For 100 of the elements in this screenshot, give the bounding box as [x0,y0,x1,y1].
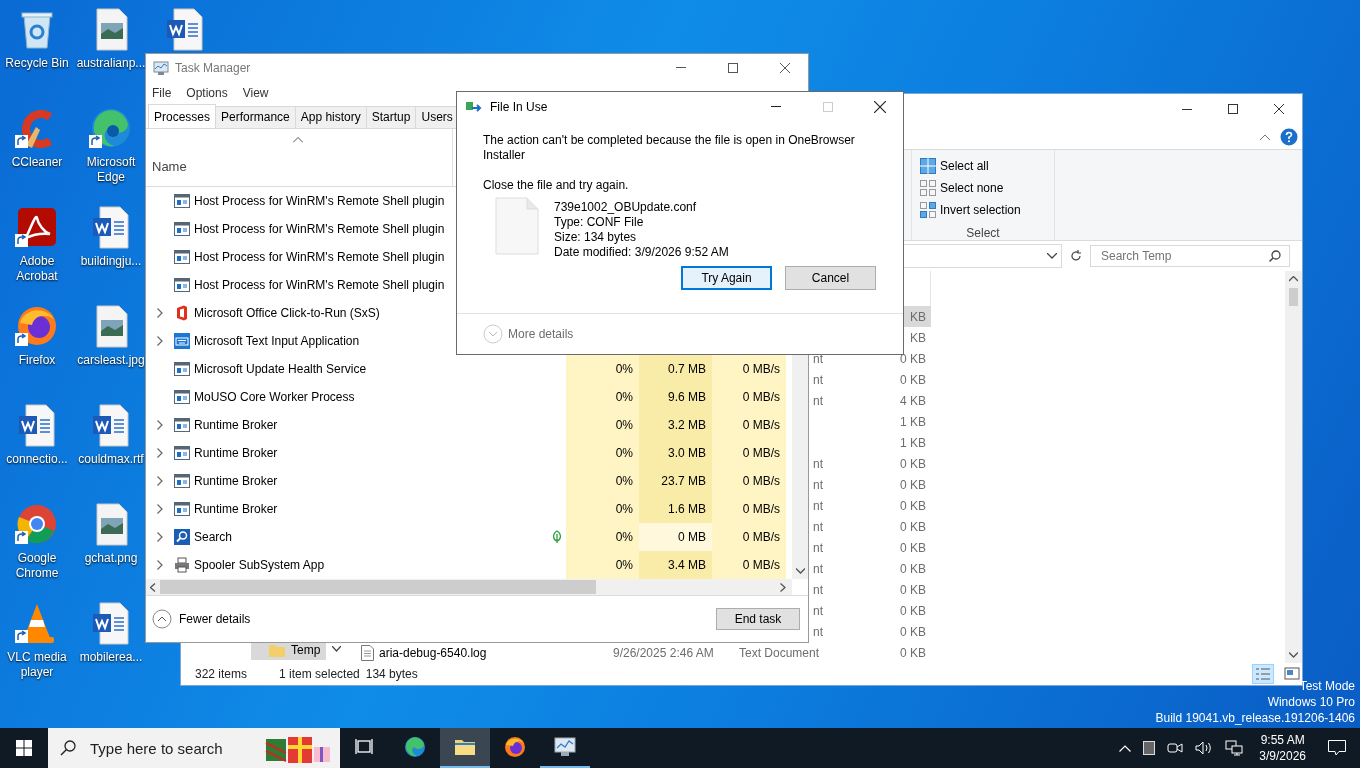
chevron-down-icon[interactable] [332,646,342,652]
process-name[interactable]: Host Process for WinRM's Remote Shell plugin [190,250,445,264]
process-name[interactable]: Host Process for WinRM's Remote Shell plugin [190,222,445,236]
desktop-icon-label[interactable]: carsleast.jpg [77,353,145,368]
process-name[interactable]: Runtime Broker [190,446,278,460]
file-size: 0 KB [900,582,926,597]
desktop-icon-label[interactable]: australianp... [76,56,146,71]
desktop-icon-label[interactable]: Adobe Acrobat [0,254,74,284]
horizontal-scrollbar[interactable] [146,579,792,595]
close-icon[interactable] [874,100,886,113]
file-type: nt [813,372,823,387]
desktop-icon-label[interactable]: Microsoft Edge [74,155,148,185]
scroll-thumb[interactable] [1289,288,1298,306]
folder-taskbar-button[interactable] [440,728,490,768]
scroll-up-icon[interactable] [1289,276,1298,282]
status-text: 1 item selected [279,667,360,681]
search-input[interactable]: Type here to search [88,738,252,758]
scroll-down-icon[interactable] [795,568,805,574]
process-name[interactable]: Search [190,530,233,544]
tray-grid-icon[interactable] [1143,741,1156,755]
refresh-icon[interactable] [1070,250,1082,262]
menu-item[interactable]: View [242,85,269,100]
notification-icon[interactable] [1328,740,1346,756]
desktop-icon-label[interactable]: CCleaner [11,155,63,170]
scrollbar[interactable] [1285,271,1302,663]
shortcut-arrow-icon [15,630,28,643]
file-name[interactable]: aria-debug-6540.log [379,645,487,660]
desktop-icon-label[interactable]: Google Chrome [0,551,74,581]
desktop-icon-label[interactable]: couldmax.rtf [78,452,144,467]
windows-start-icon[interactable] [16,740,32,756]
process-name[interactable]: Runtime Broker [190,418,278,432]
tab[interactable]: App history [295,106,367,128]
ribbon-button[interactable]: Select none [920,177,1046,199]
process-name[interactable]: Microsoft Text Input Application [190,334,360,348]
help-icon[interactable] [1280,127,1298,146]
desktop-icon-label[interactable]: Firefox [18,353,56,368]
memory-value: 3.0 MB [668,446,706,460]
tab[interactable]: Performance [216,106,296,128]
network-icon[interactable] [1225,740,1244,756]
keyboard-icon [174,333,190,349]
scroll-right-icon[interactable] [780,582,786,592]
shortcut-arrow-icon [15,531,28,544]
process-name[interactable]: Runtime Broker [190,502,278,516]
app-window-icon [174,193,190,209]
desktop-icon-label[interactable]: gchat.png [84,551,138,566]
scroll-thumb[interactable] [160,580,596,594]
process-name[interactable]: MoUSO Core Worker Process [190,390,355,404]
disk-value: 0 MB/s [742,530,780,544]
process-name[interactable]: Runtime Broker [190,474,278,488]
column-header[interactable]: Name [152,159,452,174]
dialog-instruction: Close the file and try again. [483,178,630,192]
menu-item[interactable]: File [152,85,172,100]
menu-item[interactable]: Options [186,85,228,100]
browser-swirl-icon[interactable] [403,735,427,759]
dialog-button[interactable]: Cancel [785,266,876,290]
tab[interactable]: Processes [148,104,217,128]
close-icon[interactable] [780,62,790,73]
fewer-details-link[interactable]: Fewer details [179,612,251,626]
desktop-icon-label[interactable]: connectio... [6,452,68,467]
monitor-chart-icon [153,59,169,76]
file-type: nt [813,624,823,639]
desktop-icon-label[interactable]: Recycle Bin [5,56,69,71]
taskbar-search-field[interactable]: Type here to search [48,728,340,768]
desktop-icon-label[interactable]: VLC media player [0,650,74,680]
clock-time[interactable]: 9:55 AM [1260,732,1305,748]
file-type: nt [813,561,823,576]
process-name[interactable]: Host Process for WinRM's Remote Shell plugin [190,278,445,292]
dialog-button[interactable]: Try Again [681,266,772,290]
tab[interactable]: Users [416,106,459,128]
more-details-link[interactable]: More details [508,327,574,341]
memory-value: 1.6 MB [668,502,706,516]
process-name[interactable]: Microsoft Office Click-to-Run (SxS) [190,306,380,320]
search-field[interactable]: Search Temp [1090,245,1290,267]
monitor-chart-icon[interactable] [553,735,577,759]
camera-icon[interactable] [1167,741,1184,755]
file-size: 0 KB [900,456,926,471]
process-name[interactable]: Microsoft Update Health Service [190,362,367,376]
ribbon-button[interactable]: Select all [920,155,1046,177]
minimize-icon[interactable] [1182,108,1192,110]
clock-date[interactable]: 3/9/2026 [1259,748,1306,764]
ribbon-button[interactable]: Invert selection [920,199,1046,221]
chevron-up-circle-icon[interactable] [152,609,172,629]
tab[interactable]: Startup [366,106,417,128]
scroll-down-icon[interactable] [1289,652,1298,658]
process-name[interactable]: Spooler SubSystem App [190,558,325,572]
maximize-icon[interactable] [1228,104,1238,114]
scroll-left-icon[interactable] [150,582,156,592]
watermark-text: Windows 10 Pro [1267,694,1355,710]
chevron-down-icon[interactable] [1047,253,1057,259]
close-icon[interactable] [1274,104,1284,114]
desktop-icon-label[interactable]: buildingju... [80,254,142,269]
app-window-icon [174,417,190,433]
process-name[interactable]: Host Process for WinRM's Remote Shell plugin [190,194,445,208]
desktop-icon-label[interactable]: mobilerea... [79,650,143,665]
speaker-icon[interactable] [1195,741,1214,755]
maximize-icon[interactable] [728,62,738,73]
fox-globe-icon[interactable] [503,735,527,759]
end-task-button[interactable]: End task [716,608,800,630]
disk-value: 0 MB/s [742,558,780,572]
search-icon [174,529,190,545]
